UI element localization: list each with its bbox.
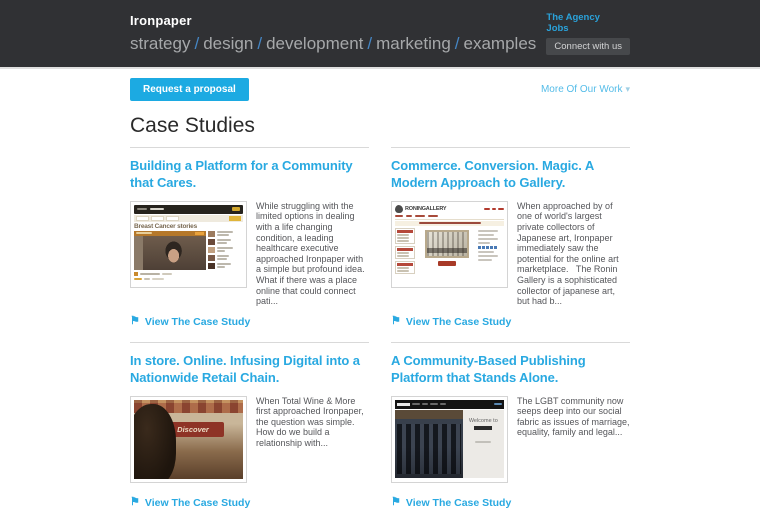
main-content: Request a proposal More Of Our Work▾ Cas… <box>130 78 630 523</box>
thumb-site-heading: RONINGALLERY <box>405 206 446 212</box>
more-of-our-work-link[interactable]: More Of Our Work▾ <box>541 84 630 95</box>
view-case-study-link[interactable]: ⚑ View The Case Study <box>130 316 369 328</box>
thumb-site-topbar <box>134 205 243 214</box>
case-study-title[interactable]: A Community-Based Publishing Platform th… <box>391 353 630 387</box>
thumb-notice-bar <box>395 221 504 226</box>
flag-icon: ⚑ <box>130 497 140 508</box>
toolbar: Request a proposal More Of Our Work▾ <box>130 78 630 101</box>
case-studies-grid: Building a Platform for a Community that… <box>130 147 630 523</box>
case-study-title[interactable]: In store. Online. Infusing Digital into … <box>130 353 369 387</box>
thumb-site-nav <box>134 215 243 222</box>
nav-item-examples[interactable]: examples <box>464 34 537 53</box>
flag-icon: ⚑ <box>130 316 140 327</box>
jobs-link[interactable]: Jobs <box>546 23 630 34</box>
header-left: Ironpaper strategy/design/development/ma… <box>130 0 536 55</box>
thumb-site-content <box>395 228 504 274</box>
case-study-body: Discover When Total Wine & More first ap… <box>130 396 369 488</box>
case-study-thumbnail-healthcare[interactable]: Breast Cancer stories <box>130 201 247 288</box>
view-case-study-link[interactable]: ⚑ View The Case Study <box>391 316 630 328</box>
case-study-body: Breast Cancer stories <box>130 201 369 307</box>
nav-item-development[interactable]: development <box>266 34 363 53</box>
thumb-site-heading: Discover <box>177 425 209 434</box>
thumb-red-button <box>438 261 456 266</box>
video-still-woman <box>134 236 206 270</box>
case-study-description: When approached by of one of world's lar… <box>517 201 630 307</box>
the-agency-link[interactable]: The Agency <box>546 12 630 23</box>
qube-logo-mark <box>474 426 492 430</box>
nav-item-marketing[interactable]: marketing <box>376 34 451 53</box>
thumb-site-heading: Welcome to <box>463 418 504 424</box>
request-proposal-button[interactable]: Request a proposal <box>130 78 249 101</box>
thumb-site-content: Welcome to <box>395 410 504 478</box>
more-of-our-work-label: More Of Our Work <box>541 84 623 95</box>
case-study-card: Commerce. Conversion. Magic. A Modern Ap… <box>391 147 630 342</box>
case-study-thumbnail-total-wine[interactable]: Discover <box>130 396 247 483</box>
flag-icon: ⚑ <box>391 497 401 508</box>
case-study-card: Building a Platform for a Community that… <box>130 147 369 342</box>
case-study-title[interactable]: Commerce. Conversion. Magic. A Modern Ap… <box>391 158 630 192</box>
case-study-thumbnail-theqube[interactable]: Welcome to <box>391 396 508 483</box>
thumb-site-nav <box>395 213 504 220</box>
view-case-study-link[interactable]: ⚑ View The Case Study <box>391 497 630 509</box>
nav-item-strategy[interactable]: strategy <box>130 34 190 53</box>
view-case-study-label: View The Case Study <box>406 497 511 509</box>
case-study-card: In store. Online. Infusing Digital into … <box>130 342 369 523</box>
view-case-study-link[interactable]: ⚑ View The Case Study <box>130 497 369 509</box>
nav-separator: / <box>257 34 262 53</box>
japanese-print-image <box>425 230 469 258</box>
main-nav: strategy/design/development/marketing/ex… <box>130 34 536 54</box>
view-case-study-label: View The Case Study <box>406 316 511 328</box>
case-study-body: RONINGALLERY <box>391 201 630 307</box>
site-header: Ironpaper strategy/design/development/ma… <box>0 0 760 69</box>
brand-logo[interactable]: Ironpaper <box>130 13 536 28</box>
lion-logo-icon <box>395 205 403 213</box>
thumb-site-topbar <box>395 400 504 409</box>
view-case-study-label: View The Case Study <box>145 316 250 328</box>
case-study-description: When Total Wine & More first approached … <box>256 396 369 449</box>
case-study-thumbnail-ronin-gallery[interactable]: RONINGALLERY <box>391 201 508 288</box>
case-study-body: Welcome to The LGBT community now seeps … <box>391 396 630 488</box>
view-case-study-label: View The Case Study <box>145 497 250 509</box>
person-silhouette <box>134 404 176 479</box>
connect-with-us-button[interactable]: Connect with us <box>546 38 630 55</box>
nav-separator: / <box>455 34 460 53</box>
thumb-site-content <box>134 231 243 280</box>
nav-item-design[interactable]: design <box>203 34 253 53</box>
nav-separator: / <box>367 34 372 53</box>
chevron-down-icon: ▾ <box>625 84 630 94</box>
thumb-site-topbar: RONINGALLERY <box>395 205 504 213</box>
case-study-title[interactable]: Building a Platform for a Community that… <box>130 158 369 192</box>
flag-icon: ⚑ <box>391 316 401 327</box>
store-interior-photo: Discover <box>134 400 243 479</box>
case-study-description: The LGBT community now seeps deep into o… <box>517 396 630 438</box>
page-title: Case Studies <box>130 114 630 138</box>
nav-separator: / <box>194 34 199 53</box>
thumb-site-heading: Breast Cancer stories <box>134 222 243 231</box>
case-study-description: While struggling with the limited option… <box>256 201 369 307</box>
header-right: The Agency Jobs Connect with us <box>546 0 630 55</box>
group-photo-men-in-suits <box>395 410 463 478</box>
case-study-card: A Community-Based Publishing Platform th… <box>391 342 630 523</box>
